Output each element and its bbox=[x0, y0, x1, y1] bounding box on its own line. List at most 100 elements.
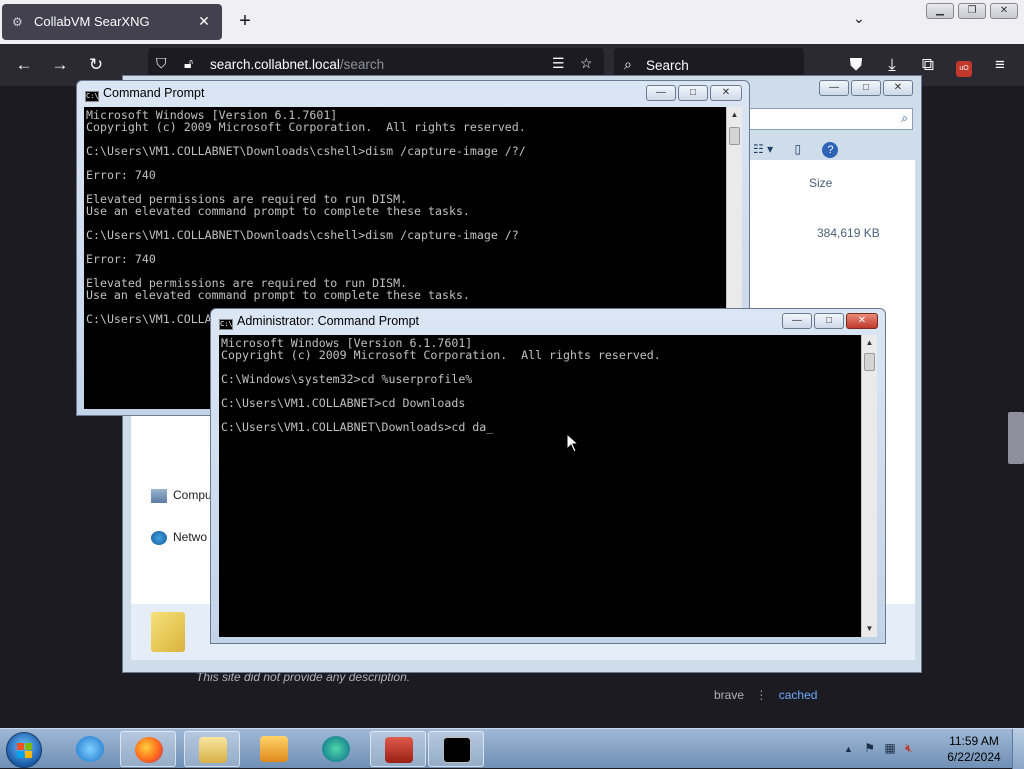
result-meta: brave ⋮ cached bbox=[714, 688, 817, 702]
new-tab-button[interactable]: + bbox=[234, 10, 256, 32]
nav-item-network[interactable]: Netwo bbox=[151, 530, 207, 545]
console-scrollbar[interactable]: ▲ ▼ bbox=[861, 335, 877, 637]
command-prompt-icon bbox=[443, 737, 471, 763]
menu-icon[interactable]: ≡ bbox=[988, 53, 1012, 77]
page-scrollbar-thumb[interactable] bbox=[1008, 412, 1024, 464]
size-column-header[interactable]: Size bbox=[809, 176, 832, 190]
downloads-icon[interactable]: ⤓ bbox=[880, 53, 904, 77]
file-size-value: 384,619 KB bbox=[817, 226, 880, 240]
close-button[interactable]: ✕ bbox=[710, 85, 742, 101]
tray-chevron-icon[interactable]: ▲ bbox=[844, 744, 853, 754]
window-title: C:\ Administrator: Command Prompt bbox=[219, 314, 419, 330]
explorer-toolbar: ☷ ▾ ▯ ? bbox=[753, 142, 839, 158]
action-center-flag-icon[interactable]: ⚑ bbox=[864, 741, 875, 755]
taskbar-edge[interactable] bbox=[308, 731, 364, 767]
extensions-icon[interactable]: ⧉ bbox=[916, 53, 940, 77]
browser-tab[interactable]: ⚙ CollabVM SearXNG ✕ bbox=[2, 4, 222, 40]
toolbox-icon bbox=[385, 737, 413, 763]
shield-icon[interactable]: ⛉ bbox=[156, 55, 167, 72]
media-player-icon bbox=[260, 736, 288, 762]
url-text[interactable]: search.collabnet.local/search bbox=[210, 57, 384, 72]
taskbar: ▲ ⚑ ▦ 🔇︎ 11:59 AM 6/22/2024 bbox=[0, 728, 1024, 769]
window-controls: — □ ✕ bbox=[644, 85, 742, 101]
taskbar-command-prompt[interactable] bbox=[428, 731, 484, 767]
taskbar-toolbox[interactable] bbox=[370, 731, 426, 767]
window-title: C:\ Command Prompt bbox=[85, 86, 204, 102]
nav-label: Netwo bbox=[173, 530, 208, 544]
folder-icon bbox=[151, 612, 185, 652]
cached-link[interactable]: cached bbox=[779, 688, 818, 702]
console-output[interactable]: Microsoft Windows [Version 6.1.7601] Copy… bbox=[219, 335, 861, 637]
lock-icon[interactable]: 🔓︎ bbox=[184, 55, 193, 72]
reload-icon[interactable]: ↻ bbox=[84, 53, 108, 77]
taskbar-file-explorer[interactable] bbox=[184, 731, 240, 767]
explorer-search-input[interactable]: ⌕ bbox=[747, 108, 913, 130]
nav-item-computer[interactable]: Compu bbox=[151, 488, 212, 503]
clock-time: 11:59 AM bbox=[949, 734, 999, 748]
scroll-thumb[interactable] bbox=[729, 127, 740, 145]
explorer-minimize-button[interactable]: — bbox=[819, 80, 849, 96]
tabs-dropdown-icon[interactable]: ⌄ bbox=[853, 10, 865, 27]
scroll-thumb[interactable] bbox=[864, 353, 875, 371]
search-icon: ⌕ bbox=[901, 111, 908, 125]
help-icon[interactable]: ? bbox=[822, 142, 839, 158]
forward-icon[interactable]: → bbox=[48, 53, 72, 77]
maximize-button[interactable]: □ bbox=[814, 313, 844, 329]
scroll-up-icon[interactable]: ▲ bbox=[727, 107, 742, 123]
explorer-maximize-button[interactable]: □ bbox=[851, 80, 881, 96]
close-button[interactable]: ✕ bbox=[846, 313, 878, 329]
minimize-button[interactable]: — bbox=[782, 313, 812, 329]
taskbar-media-player[interactable] bbox=[246, 731, 302, 767]
window-title-text: Administrator: Command Prompt bbox=[237, 314, 420, 328]
window-restore-button[interactable]: ❐ bbox=[958, 3, 986, 19]
console-line: C:\Users\VM1.COLLABNET>cd Downloads bbox=[221, 396, 466, 410]
console-line: C:\Users\VM1.COLLABNET\Downloads>cd da_ bbox=[221, 420, 494, 434]
view-options-icon[interactable]: ☷ ▾ bbox=[753, 142, 773, 156]
preview-pane-icon[interactable]: ▯ bbox=[794, 142, 801, 156]
console-line: C:\Users\VM1.COLLABNET\Downloads\cshell>… bbox=[86, 144, 526, 158]
meta-separator: ⋮ bbox=[755, 688, 768, 702]
tab-close-icon[interactable]: ✕ bbox=[194, 11, 214, 31]
firefox-icon bbox=[135, 737, 163, 763]
internet-explorer-icon bbox=[76, 736, 104, 762]
network-tray-icon[interactable]: ▦ bbox=[884, 741, 895, 755]
scroll-up-icon[interactable]: ▲ bbox=[862, 335, 877, 351]
window-minimize-button[interactable]: ▁ bbox=[926, 3, 954, 19]
explorer-close-button[interactable]: ✕ bbox=[883, 80, 913, 96]
browser-tab-bar: ⚙ CollabVM SearXNG ✕ + ⌄ ▁ ❐ ✕ bbox=[0, 0, 1024, 44]
windows-logo-icon bbox=[17, 743, 33, 759]
mouse-cursor-icon bbox=[566, 433, 580, 453]
console-line: C:\Windows\system32>cd %userprofile% bbox=[221, 372, 473, 386]
window-title-text: Command Prompt bbox=[103, 86, 205, 100]
volume-muted-icon[interactable]: 🔇︎ bbox=[905, 741, 913, 755]
reader-view-icon[interactable]: ☰ bbox=[552, 55, 565, 72]
command-prompt-icon: C:\ bbox=[219, 319, 233, 330]
console-line: C:\Users\VM1.COLLABNET\Downloads\cshell>… bbox=[86, 228, 519, 242]
taskbar-clock[interactable]: 11:59 AM 6/22/2024 bbox=[944, 733, 1004, 765]
explorer-window-controls: — □ ✕ bbox=[817, 80, 913, 98]
scroll-down-icon[interactable]: ▼ bbox=[862, 621, 877, 637]
console-line: Error: 740 bbox=[86, 168, 156, 182]
back-icon[interactable]: ← bbox=[12, 53, 36, 77]
file-explorer-icon bbox=[199, 737, 227, 763]
start-button[interactable] bbox=[6, 732, 42, 768]
window-controls: — □ ✕ bbox=[780, 313, 878, 329]
minimize-button[interactable]: — bbox=[646, 85, 676, 101]
search-placeholder: Search bbox=[646, 58, 689, 73]
pocket-icon[interactable]: ⛊ bbox=[844, 53, 868, 77]
ublock-icon[interactable]: uO bbox=[952, 53, 976, 77]
console-line: Error: 740 bbox=[86, 252, 156, 266]
maximize-button[interactable]: □ bbox=[678, 85, 708, 101]
result-engine: brave bbox=[714, 688, 745, 702]
admin-command-prompt-window: C:\ Administrator: Command Prompt — □ ✕ Mic… bbox=[210, 308, 886, 644]
window-close-button[interactable]: ✕ bbox=[990, 3, 1018, 19]
edge-icon bbox=[322, 736, 350, 762]
searxng-icon: ⚙ bbox=[12, 15, 23, 29]
taskbar-firefox[interactable] bbox=[120, 731, 176, 767]
network-icon bbox=[151, 530, 167, 545]
show-desktop-button[interactable] bbox=[1012, 729, 1024, 769]
bookmark-star-icon[interactable]: ☆ bbox=[580, 55, 593, 72]
taskbar-internet-explorer[interactable] bbox=[62, 731, 118, 767]
